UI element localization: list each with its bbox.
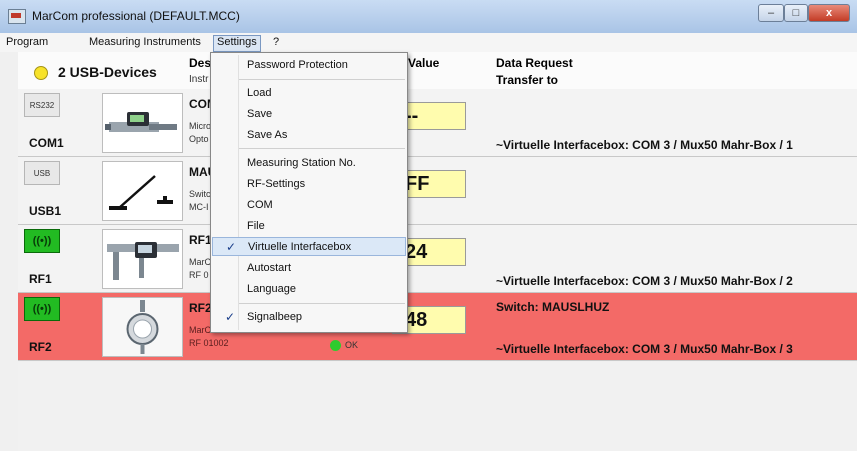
checkmark-icon: ✓ [226, 240, 237, 254]
device-list-header: 2 USB-Devices Des Instr Value Data Reque… [18, 52, 857, 90]
empty-list-area [18, 362, 857, 451]
instrument-type: Micro [189, 121, 211, 131]
menu-item-label: Autostart [247, 262, 292, 274]
menu-item-label: Signalbeep [247, 311, 303, 323]
settings-dropdown: Password Protection Load Save Save As Me… [210, 52, 408, 333]
caliper-photo [102, 229, 183, 289]
data-request-switch: Switch: MAUSLHUZ [496, 300, 610, 314]
menu-item-label: Language [247, 283, 296, 295]
menu-item-password-protection[interactable]: Password Protection [212, 56, 406, 75]
title-bar: MarCom professional (DEFAULT.MCC) – □ x [0, 0, 857, 34]
menu-separator [239, 148, 405, 149]
instrument-id: Opto [189, 134, 209, 144]
menu-program[interactable]: Program [3, 35, 51, 50]
menu-item-virtuelle-interfacebox[interactable]: ✓ Virtuelle Interfacebox [212, 237, 406, 256]
menu-measuring-instruments[interactable]: Measuring Instruments [86, 35, 204, 50]
port-label: RF1 [29, 272, 52, 286]
menu-item-rf-settings[interactable]: RF-Settings [212, 175, 406, 194]
menu-item-label: Save As [247, 129, 288, 141]
checkmark-icon: ✓ [225, 310, 236, 324]
port-label: USB1 [29, 204, 62, 218]
dial-indicator-photo [102, 297, 183, 357]
menu-item-label: COM [247, 199, 273, 211]
menu-item-label: File [247, 220, 265, 232]
usb-icon: USB [24, 161, 60, 185]
instrument-id: RF 0 [189, 270, 209, 280]
left-margin [0, 52, 18, 451]
menu-item-signalbeep[interactable]: ✓ Signalbeep [212, 308, 406, 327]
menu-item-save[interactable]: Save [212, 105, 406, 124]
micrometer-photo [102, 93, 183, 153]
menu-item-label: Password Protection [247, 59, 348, 71]
header-description: Des [189, 56, 212, 70]
menu-separator [239, 303, 405, 304]
menu-bar: Program Measuring Instruments Settings ? [0, 33, 857, 53]
header-instrument: Instr [189, 74, 209, 85]
rf-wireless-icon: ((•)) [24, 297, 60, 321]
header-value: Value [408, 56, 440, 70]
close-button[interactable]: x [808, 4, 850, 22]
menu-item-label: Load [247, 87, 272, 99]
maximize-button[interactable]: □ [784, 4, 808, 22]
rs232-icon: RS232 [24, 93, 60, 117]
menu-help[interactable]: ? [270, 35, 282, 50]
menu-settings[interactable]: Settings [213, 35, 261, 52]
menu-separator [239, 79, 405, 80]
device-row-rf1[interactable]: ((•)) RF1 RF1 MarC RF 0 24 ~Virtuelle In… [18, 225, 857, 293]
foot-switch-photo [102, 161, 183, 221]
ok-status-icon [330, 340, 341, 351]
device-row-rf2[interactable]: ((•)) RF2 RF2 MarCator 1087Ri RF 01002 4… [18, 293, 857, 361]
transfer-target: ~Virtuelle Interfacebox: COM 3 / Mux50 M… [496, 274, 793, 288]
device-row-com1[interactable]: RS232 COM1 COM Micro Opto -- ~Virtuelle … [18, 89, 857, 157]
usb-devices-count: 2 USB-Devices [58, 64, 157, 80]
menu-item-autostart[interactable]: Autostart [212, 259, 406, 278]
menu-item-com[interactable]: COM [212, 196, 406, 215]
instrument-id: MC-I [189, 202, 209, 212]
port-label: RF2 [29, 340, 52, 354]
menu-item-language[interactable]: Language [212, 280, 406, 299]
instrument-type: Switc [189, 189, 211, 199]
transfer-target: ~Virtuelle Interfacebox: COM 3 / Mux50 M… [496, 342, 793, 356]
ok-status-label: OK [345, 340, 359, 350]
device-row-usb1[interactable]: USB USB1 MAU Switc MC-I FF [18, 157, 857, 225]
rf-wireless-icon: ((•)) [24, 229, 60, 253]
app-icon [8, 9, 26, 24]
usb-status-icon [34, 66, 48, 80]
instrument-name: RF2 [189, 301, 212, 315]
menu-item-save-as[interactable]: Save As [212, 126, 406, 145]
instrument-name: RF1 [189, 233, 212, 247]
instrument-type: MarC [189, 257, 211, 267]
port-label: COM1 [29, 136, 64, 150]
menu-item-label: RF-Settings [247, 178, 306, 190]
header-transfer-to: Transfer to [496, 73, 559, 87]
header-data-request: Data Request [496, 56, 573, 70]
menu-item-load[interactable]: Load [212, 84, 406, 103]
menu-item-label: Measuring Station No. [247, 157, 356, 169]
menu-item-label: Virtuelle Interfacebox [248, 241, 352, 253]
instrument-id: RF 01002 [189, 338, 229, 348]
window-title: MarCom professional (DEFAULT.MCC) [32, 9, 240, 23]
menu-item-measuring-station-no[interactable]: Measuring Station No. [212, 154, 406, 173]
menu-item-label: Save [247, 108, 273, 120]
menu-item-file[interactable]: File [212, 217, 406, 236]
minimize-button[interactable]: – [758, 4, 784, 22]
transfer-target: ~Virtuelle Interfacebox: COM 3 / Mux50 M… [496, 138, 793, 152]
